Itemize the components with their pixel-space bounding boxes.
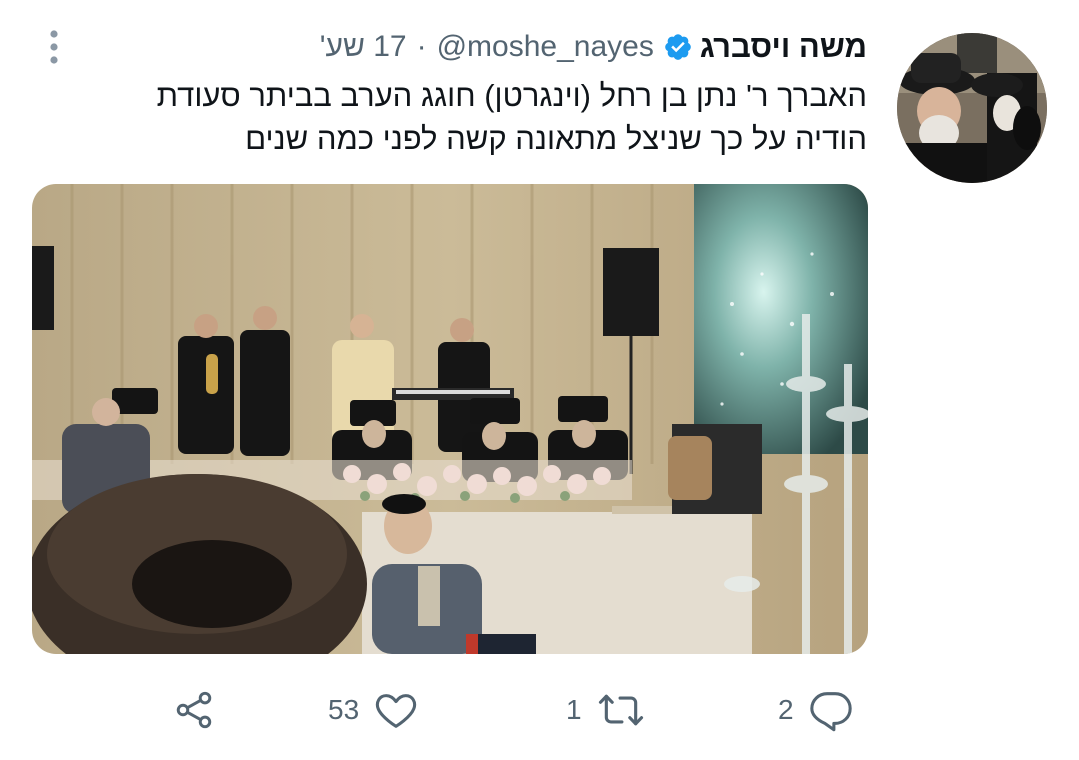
tweet-actions: 53 1 2: [0, 680, 1079, 740]
separator-dot: ·: [416, 30, 427, 63]
author-avatar[interactable]: [897, 33, 1047, 183]
retweet-button[interactable]: 1: [566, 680, 646, 740]
retweet-count: 1: [566, 694, 582, 725]
tweet-header: משה ויסברג @moshe_nayes · 17 שע': [320, 25, 867, 69]
author-handle[interactable]: @moshe_nayes: [437, 30, 654, 64]
like-button[interactable]: 53: [328, 680, 419, 740]
reply-icon: [808, 687, 854, 733]
more-vertical-icon[interactable]: [44, 28, 64, 68]
tweet-photo[interactable]: [32, 184, 868, 654]
author-name[interactable]: משה ויסברג: [700, 29, 867, 65]
share-button[interactable]: [172, 680, 216, 740]
heart-icon: [373, 687, 419, 733]
verified-badge-icon: [663, 32, 693, 62]
tweet-text: האברך ר' נתן בן רחל (וינגרטן) חוגג הערב …: [156, 78, 867, 156]
share-icon: [172, 688, 216, 732]
retweet-icon: [596, 688, 646, 732]
reply-button[interactable]: 2: [778, 680, 854, 740]
reply-count: 2: [778, 694, 794, 725]
tweet-timestamp[interactable]: 17 שע': [320, 30, 407, 64]
like-count: 53: [328, 694, 360, 725]
tweet: משה ויסברג @moshe_nayes · 17 שע' האברך ר…: [0, 0, 1079, 760]
